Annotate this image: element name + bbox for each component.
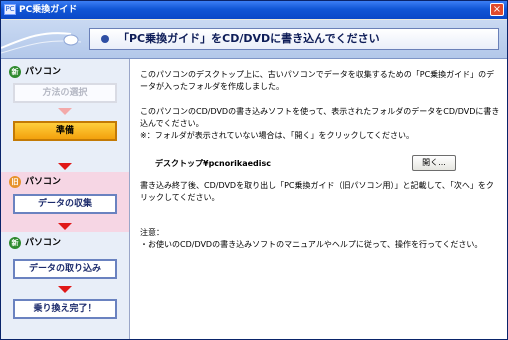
title-bar[interactable]: PC PC乗換ガイド × (1, 1, 507, 19)
section-label: パソコン (25, 238, 62, 248)
step-arrow-icon (58, 108, 72, 115)
folder-path: デスクトップ¥pcnorikaedisc (155, 159, 272, 168)
section-label: パソコン (25, 67, 62, 77)
decorative-swoosh (1, 32, 82, 54)
close-button[interactable]: × (490, 3, 504, 16)
header-banner: 「PC乗換ガイド」をCD/DVDに書き込んでください (1, 20, 507, 59)
old-badge-icon: 旧 (9, 176, 21, 188)
new-badge-icon: 新 (9, 237, 21, 249)
instruction-paragraph-1: このパソコンのデスクトップ上に、古いパソコンでデータを収集するための「PC乗換ガ… (140, 70, 495, 91)
bullet-icon (101, 35, 109, 43)
new-badge-icon: 新 (9, 66, 21, 78)
caution-title: 注意： (140, 228, 164, 237)
step-data-collection: データの収集 (13, 194, 117, 214)
main-content: このパソコンのデスクトップ上に、古いパソコンでデータを収集するための「PC乗換ガ… (129, 59, 507, 339)
instruction-paragraph-2: このパソコンのCD/DVDの書き込みソフトを使って、表示されたフォルダのデータを… (140, 107, 500, 128)
window-title: PC乗換ガイド (19, 5, 78, 15)
app-icon: PC (4, 4, 16, 15)
section-label: パソコン (25, 177, 62, 187)
instruction-paragraph-3: 書き込み終了後、CD/DVDを取り出し「PC乗換ガイド（旧パソコン用）」と記載し… (140, 181, 494, 202)
step-sidebar: 新 パソコン 方法の選択 準備 旧 パソコン データの収集 新 パソコン データ… (1, 59, 129, 339)
step-preparation: 準備 (13, 121, 117, 141)
step-arrow-icon (58, 223, 72, 230)
open-folder-button[interactable]: 開く... (412, 155, 456, 171)
step-arrow-icon (58, 286, 72, 293)
step-arrow-icon (58, 163, 72, 170)
app-window: PC PC乗換ガイド × 「PC乗換ガイド」をCD/DVDに書き込んでください … (0, 0, 508, 340)
step-data-import: データの取り込み (13, 259, 117, 279)
step-complete: 乗り換え完了！ (13, 299, 117, 319)
page-title: 「PC乗換ガイド」をCD/DVDに書き込んでください (118, 32, 380, 45)
caution-body: ・お使いのCD/DVDの書き込みソフトのマニュアルやヘルプに従って、操作を行って… (140, 240, 483, 249)
step-method-selection: 方法の選択 (13, 83, 117, 103)
folder-note: ※：フォルダが表示されていない場合は、「開く」をクリックしてください。 (140, 131, 414, 140)
